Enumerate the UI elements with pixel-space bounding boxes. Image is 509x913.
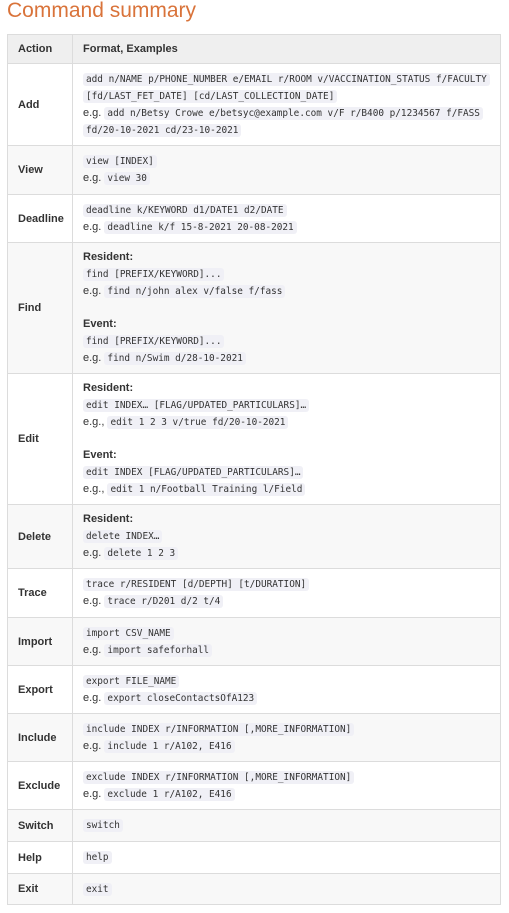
- eg-label: e.g.: [83, 739, 102, 752]
- example-code: find n/john alex v/false f/fass: [104, 285, 286, 298]
- eg-label: e.g.: [83, 172, 102, 184]
- format-code: exit: [83, 882, 112, 896]
- example-code: trace r/D201 d/2 t/4: [104, 595, 224, 608]
- row-find: Find Resident: find [PREFIX/KEYWORD]... …: [7, 242, 501, 374]
- example-code: delete 1 2 3: [104, 547, 179, 560]
- row-view: View view [INDEX] e.g. view 30: [7, 145, 501, 195]
- example-code: edit 1 n/Football Training l/Field: [107, 483, 306, 496]
- resident-label: Resident:: [83, 251, 134, 263]
- format-code: find [PREFIX/KEYWORD]...: [83, 335, 225, 348]
- row-switch: Switch switch: [7, 809, 501, 842]
- example-code: export closeContactsOfA123: [104, 691, 258, 705]
- action-trace: Trace: [7, 568, 73, 618]
- example-code: include 1 r/A102, E416: [104, 739, 235, 753]
- command-summary-table: Action Format, Examples Add add n/NAME p…: [7, 34, 501, 905]
- table-header-row: Action Format, Examples: [7, 34, 501, 64]
- row-help: Help help: [7, 841, 501, 874]
- action-help: Help: [7, 841, 73, 874]
- action-find: Find: [7, 242, 73, 374]
- format-delete: Resident: delete INDEX… e.g. delete 1 2 …: [72, 504, 501, 569]
- format-code: find [PREFIX/KEYWORD]...: [83, 268, 225, 281]
- format-code: edit INDEX [FLAG/UPDATED_PARTICULARS]…: [83, 466, 304, 479]
- format-code: exclude INDEX r/INFORMATION [,MORE_INFOR…: [83, 770, 355, 784]
- row-edit: Edit Resident: edit INDEX… [FLAG/UPDATED…: [7, 373, 501, 505]
- example-code: find n/Swim d/28-10-2021: [104, 352, 246, 365]
- row-export: Export export FILE_NAME e.g. export clos…: [7, 665, 501, 714]
- format-code: import CSV_NAME: [83, 626, 174, 640]
- example-code: add n/Betsy Crowe e/betsyc@example.com v…: [104, 106, 483, 120]
- format-code: export FILE_NAME: [83, 674, 180, 688]
- action-edit: Edit: [7, 373, 73, 505]
- eg-label: e.g.,: [83, 416, 105, 428]
- format-trace: trace r/RESIDENT [d/DEPTH] [t/DURATION] …: [72, 568, 501, 618]
- eg-label: e.g.,: [83, 483, 105, 495]
- row-trace: Trace trace r/RESIDENT [d/DEPTH] [t/DURA…: [7, 568, 501, 618]
- eg-label: e.g.: [83, 106, 102, 119]
- eg-label: e.g.: [83, 643, 102, 656]
- format-code: trace r/RESIDENT [d/DEPTH] [t/DURATION]: [83, 578, 310, 591]
- format-code: include INDEX r/INFORMATION [,MORE_INFOR…: [83, 722, 355, 736]
- format-view: view [INDEX] e.g. view 30: [72, 145, 501, 195]
- format-include: include INDEX r/INFORMATION [,MORE_INFOR…: [72, 713, 501, 762]
- format-deadline: deadline k/KEYWORD d1/DATE1 d2/DATE e.g.…: [72, 194, 501, 243]
- row-add: Add add n/NAME p/PHONE_NUMBER e/EMAIL r/…: [7, 63, 501, 146]
- format-code: view [INDEX]: [83, 155, 157, 168]
- eg-label: e.g.: [83, 691, 102, 704]
- action-delete: Delete: [7, 504, 73, 569]
- eg-label: e.g.: [83, 220, 102, 233]
- action-switch: Switch: [7, 809, 73, 842]
- action-view: View: [7, 145, 73, 195]
- resident-label: Resident:: [83, 513, 134, 525]
- header-format: Format, Examples: [72, 34, 501, 64]
- action-include: Include: [7, 713, 73, 762]
- format-exit: exit: [72, 873, 501, 905]
- page: Command summary Action Format, Examples …: [0, 0, 509, 905]
- eg-label: e.g.: [83, 285, 102, 297]
- action-deadline: Deadline: [7, 194, 73, 243]
- format-code: deadline k/KEYWORD d1/DATE1 d2/DATE: [83, 203, 287, 217]
- format-export: export FILE_NAME e.g. export closeContac…: [72, 665, 501, 714]
- header-action: Action: [7, 34, 73, 64]
- example-code: deadline k/f 15-8-2021 20-08-2021: [104, 220, 297, 234]
- row-import: Import import CSV_NAME e.g. import safef…: [7, 617, 501, 666]
- example-code: edit 1 2 3 v/true fd/20-10-2021: [107, 416, 289, 429]
- example-code: view 30: [104, 172, 150, 185]
- row-deadline: Deadline deadline k/KEYWORD d1/DATE1 d2/…: [7, 194, 501, 243]
- format-import: import CSV_NAME e.g. import safeforhall: [72, 617, 501, 666]
- row-delete: Delete Resident: delete INDEX… e.g. dele…: [7, 504, 501, 569]
- format-switch: switch: [72, 809, 501, 842]
- row-exit: Exit exit: [7, 873, 501, 905]
- action-add: Add: [7, 63, 73, 146]
- eg-label: e.g.: [83, 787, 102, 800]
- eg-label: e.g.: [83, 352, 102, 364]
- page-title: Command summary: [7, 0, 197, 22]
- action-export: Export: [7, 665, 73, 714]
- format-add: add n/NAME p/PHONE_NUMBER e/EMAIL r/ROOM…: [72, 63, 501, 146]
- format-code: help: [83, 851, 112, 864]
- eg-label: e.g.: [83, 547, 102, 559]
- format-edit: Resident: edit INDEX… [FLAG/UPDATED_PART…: [72, 373, 501, 505]
- format-exclude: exclude INDEX r/INFORMATION [,MORE_INFOR…: [72, 761, 501, 810]
- row-exclude: Exclude exclude INDEX r/INFORMATION [,MO…: [7, 761, 501, 810]
- resident-label: Resident:: [83, 382, 134, 394]
- action-exclude: Exclude: [7, 761, 73, 810]
- action-exit: Exit: [7, 873, 73, 905]
- example-code: fd/20-10-2021 cd/23-10-2021: [83, 123, 242, 137]
- format-code: delete INDEX…: [83, 530, 163, 543]
- format-code: [fd/LAST_FET_DATE] [cd/LAST_COLLECTION_D…: [83, 89, 338, 103]
- format-help: help: [72, 841, 501, 874]
- event-label: Event:: [83, 449, 117, 461]
- format-code: switch: [83, 819, 123, 832]
- format-code: add n/NAME p/PHONE_NUMBER e/EMAIL r/ROOM…: [83, 72, 490, 86]
- format-find: Resident: find [PREFIX/KEYWORD]... e.g. …: [72, 242, 501, 374]
- action-import: Import: [7, 617, 73, 666]
- eg-label: e.g.: [83, 595, 102, 607]
- format-code: edit INDEX… [FLAG/UPDATED_PARTICULARS]…: [83, 399, 310, 412]
- example-code: exclude 1 r/A102, E416: [104, 787, 235, 801]
- row-include: Include include INDEX r/INFORMATION [,MO…: [7, 713, 501, 762]
- example-code: import safeforhall: [104, 643, 213, 657]
- event-label: Event:: [83, 318, 117, 330]
